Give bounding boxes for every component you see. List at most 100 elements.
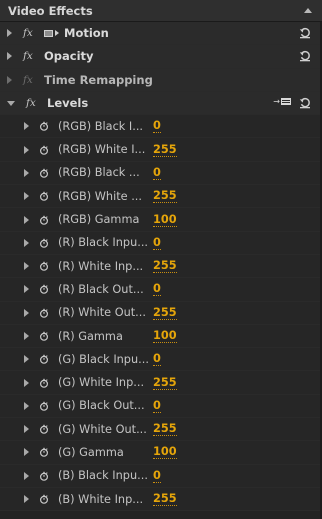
levels-properties: (RGB) Black I... 0 (RGB) White I... 255 …: [0, 115, 322, 512]
stopwatch-icon[interactable]: [39, 471, 49, 481]
property-value[interactable]: 255: [153, 306, 177, 320]
property-value[interactable]: 0: [153, 119, 161, 134]
property-row[interactable]: (R) White Out... 255: [0, 301, 322, 325]
property-label: (RGB) Gamma: [58, 213, 140, 227]
property-label: (RGB) White ...: [58, 189, 142, 203]
twirl-closed-icon[interactable]: [24, 332, 29, 340]
property-label: (G) Black Inpu...: [58, 352, 149, 366]
property-value[interactable]: 0: [153, 236, 161, 250]
fx-toggle-icon[interactable]: fx: [26, 97, 47, 109]
twirl-closed-icon[interactable]: [24, 168, 29, 177]
twirl-closed-icon[interactable]: [24, 192, 29, 201]
reset-icon[interactable]: [299, 97, 311, 109]
property-value[interactable]: 0: [153, 352, 161, 367]
property-row[interactable]: (RGB) Gamma 100: [0, 208, 322, 232]
property-value[interactable]: 0: [153, 469, 161, 483]
property-label: (R) White Inp...: [58, 259, 144, 273]
effect-row-opacity[interactable]: fx Opacity: [0, 45, 322, 69]
twirl-closed-icon[interactable]: [24, 238, 29, 247]
twirl-closed-icon[interactable]: [24, 401, 29, 410]
twirl-closed-icon[interactable]: [7, 52, 12, 61]
property-label: (RGB) Black I...: [58, 119, 144, 133]
property-row[interactable]: (R) Black Out... 0: [0, 278, 322, 302]
stopwatch-icon[interactable]: [39, 401, 49, 411]
effect-row-time-remapping[interactable]: fx Time Remapping: [0, 68, 322, 92]
stopwatch-icon[interactable]: [39, 261, 49, 271]
twirl-closed-icon[interactable]: [24, 495, 29, 504]
fx-toggle-icon[interactable]: fx: [23, 50, 44, 62]
property-row[interactable]: (RGB) Black ... 0: [0, 161, 322, 186]
property-row[interactable]: (RGB) White I... 255: [0, 138, 322, 162]
twirl-closed-icon[interactable]: [24, 262, 29, 271]
chevron-up-icon[interactable]: [304, 8, 312, 13]
property-row[interactable]: (G) Black Inpu... 0: [0, 348, 322, 372]
property-value[interactable]: 0: [153, 282, 161, 297]
stopwatch-icon[interactable]: [39, 121, 49, 132]
property-value[interactable]: 255: [153, 422, 177, 437]
property-row[interactable]: (B) White Inp... 255: [0, 487, 322, 512]
stopwatch-icon[interactable]: [39, 494, 49, 504]
property-value[interactable]: 255: [153, 143, 177, 157]
reset-icon[interactable]: [299, 50, 311, 62]
stopwatch-icon[interactable]: [39, 331, 49, 341]
property-value[interactable]: 255: [153, 259, 177, 274]
property-value[interactable]: 255: [153, 492, 177, 507]
twirl-closed-icon[interactable]: [24, 355, 29, 364]
property-label: (R) Black Inpu...: [58, 236, 149, 250]
property-label: (R) Gamma: [58, 329, 123, 343]
effect-row-motion[interactable]: fx Motion: [0, 22, 322, 46]
twirl-closed-icon[interactable]: [24, 378, 29, 387]
video-effects-header[interactable]: Video Effects: [0, 0, 322, 22]
property-row[interactable]: (R) Gamma 100: [0, 324, 322, 349]
stopwatch-icon[interactable]: [39, 447, 49, 458]
property-value[interactable]: 0: [153, 166, 161, 180]
effect-name: Levels: [47, 96, 89, 111]
reset-icon[interactable]: [299, 27, 311, 39]
fx-toggle-icon[interactable]: fx: [23, 27, 44, 39]
twirl-closed-icon[interactable]: [24, 425, 29, 434]
stopwatch-icon[interactable]: [39, 191, 49, 202]
stopwatch-icon[interactable]: [39, 378, 49, 388]
property-row[interactable]: (B) Black Inpu... 0: [0, 464, 322, 488]
property-row[interactable]: (R) White Inp... 255: [0, 254, 322, 279]
twirl-closed-icon[interactable]: [24, 308, 29, 317]
stopwatch-icon[interactable]: [39, 238, 49, 248]
property-value[interactable]: 100: [153, 445, 177, 460]
property-row[interactable]: (G) Black Out... 0: [0, 394, 322, 419]
twirl-open-icon[interactable]: [7, 100, 15, 106]
property-label: (R) White Out...: [58, 306, 146, 320]
twirl-closed-icon[interactable]: [24, 471, 29, 480]
property-row[interactable]: (RGB) White ... 255: [0, 185, 322, 209]
property-label: (B) Black Inpu...: [58, 469, 148, 483]
twirl-closed-icon[interactable]: [7, 29, 12, 38]
property-label: (R) Black Out...: [58, 282, 144, 296]
effect-name: Time Remapping: [44, 72, 153, 87]
twirl-closed-icon[interactable]: [24, 122, 29, 131]
stopwatch-icon[interactable]: [39, 424, 49, 434]
property-row[interactable]: (G) White Out... 255: [0, 418, 322, 442]
property-value[interactable]: 100: [153, 213, 177, 227]
stopwatch-icon[interactable]: [39, 168, 49, 178]
stopwatch-icon[interactable]: [39, 145, 49, 155]
stopwatch-icon[interactable]: [39, 284, 49, 295]
levels-settings-icon[interactable]: →: [273, 97, 291, 106]
twirl-closed-icon[interactable]: [24, 285, 29, 294]
property-value[interactable]: 255: [153, 189, 177, 204]
twirl-closed-icon[interactable]: [7, 75, 12, 84]
stopwatch-icon[interactable]: [39, 354, 49, 365]
effect-name: Opacity: [44, 49, 94, 64]
stopwatch-icon[interactable]: [39, 308, 49, 318]
property-row[interactable]: (RGB) Black I... 0: [0, 115, 322, 139]
property-value[interactable]: 0: [153, 399, 161, 413]
property-value[interactable]: 100: [153, 329, 177, 343]
effect-row-levels[interactable]: fx Levels →: [0, 91, 322, 116]
property-row[interactable]: (G) Gamma 100: [0, 441, 322, 465]
twirl-closed-icon[interactable]: [24, 448, 29, 457]
property-label: (G) Gamma: [58, 445, 124, 459]
twirl-closed-icon[interactable]: [24, 215, 29, 224]
stopwatch-icon[interactable]: [39, 215, 49, 225]
property-row[interactable]: (G) White Inp... 255: [0, 371, 322, 395]
twirl-closed-icon[interactable]: [24, 145, 29, 154]
property-value[interactable]: 255: [153, 376, 177, 390]
property-row[interactable]: (R) Black Inpu... 0: [0, 231, 322, 255]
